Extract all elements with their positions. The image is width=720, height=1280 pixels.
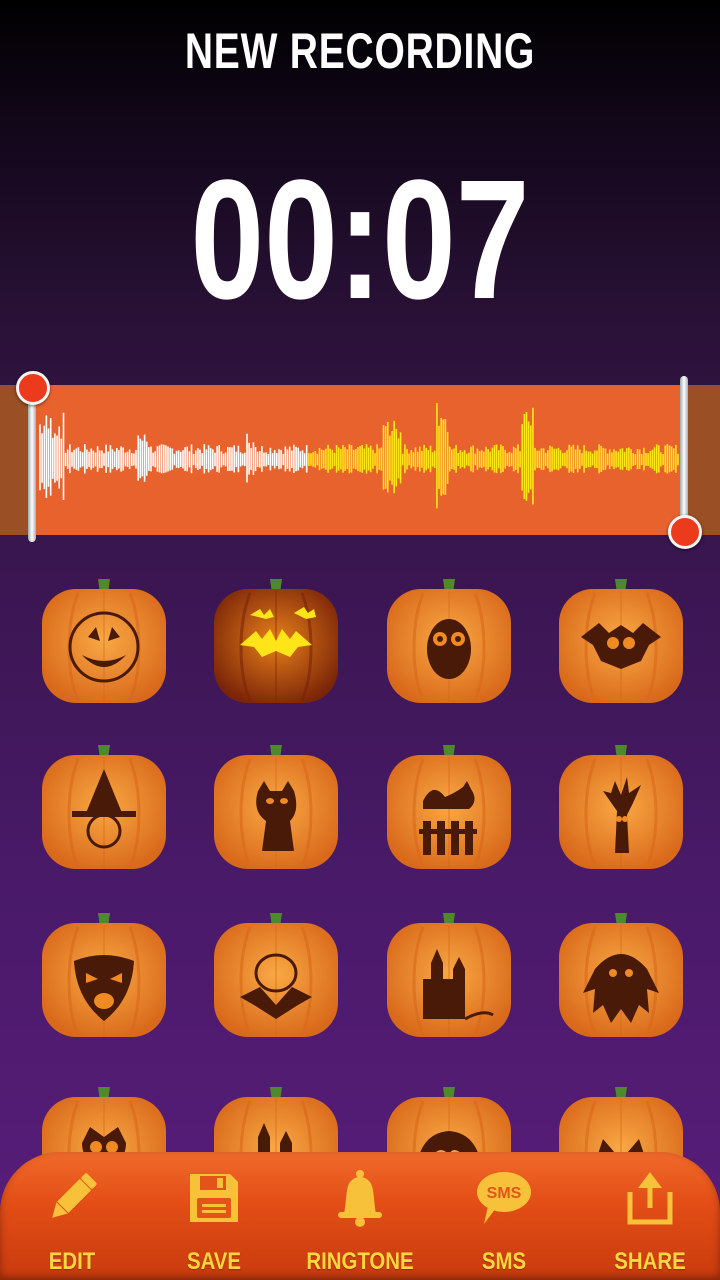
chat-bubble-icon: SMS <box>477 1172 531 1224</box>
effect-ghost[interactable] <box>555 909 687 1041</box>
waveform-editor[interactable] <box>0 385 720 535</box>
edit-button[interactable]: EDIT <box>0 1162 144 1280</box>
owl-icon <box>427 619 471 679</box>
effect-cat[interactable] <box>210 741 342 873</box>
page-title: NEW RECORDING <box>184 23 536 79</box>
sms-icon-text: SMS <box>487 1185 522 1202</box>
sms-label: SMS <box>481 1248 527 1275</box>
share-button[interactable]: SHARE <box>578 1162 720 1280</box>
bell-icon <box>338 1170 382 1227</box>
recording-timer: 00:07 <box>190 145 530 335</box>
effect-jack-o-lantern[interactable] <box>38 575 170 707</box>
effect-bats[interactable] <box>210 575 342 707</box>
ringtone-button[interactable]: RINGTONE <box>288 1162 432 1280</box>
bottom-toolbar: EDIT SAVE RINGTONE SMS SMS SHARE <box>0 1152 720 1280</box>
effect-vampire-kid[interactable] <box>210 909 342 1041</box>
effect-witch[interactable] <box>38 741 170 873</box>
trim-end-knob[interactable] <box>668 515 702 549</box>
effect-mask[interactable] <box>38 909 170 1041</box>
save-label: SAVE <box>186 1248 242 1275</box>
save-button[interactable]: SAVE <box>142 1162 286 1280</box>
effect-owl[interactable] <box>383 575 515 707</box>
waveform[interactable] <box>0 385 720 535</box>
effect-haunted-castle[interactable] <box>383 909 515 1041</box>
pencil-icon <box>52 1173 97 1218</box>
floppy-disk-icon <box>190 1174 238 1222</box>
effect-haunted-tree[interactable] <box>555 741 687 873</box>
sms-button[interactable]: SMS SMS <box>432 1162 576 1280</box>
effect-bat-face[interactable] <box>555 575 687 707</box>
share-label: SHARE <box>614 1248 686 1275</box>
ringtone-label: RINGTONE <box>306 1248 414 1275</box>
trim-start-knob[interactable] <box>16 371 50 405</box>
share-icon <box>627 1172 673 1225</box>
edit-label: EDIT <box>48 1248 96 1275</box>
effect-black-cat-fence[interactable] <box>383 741 515 873</box>
